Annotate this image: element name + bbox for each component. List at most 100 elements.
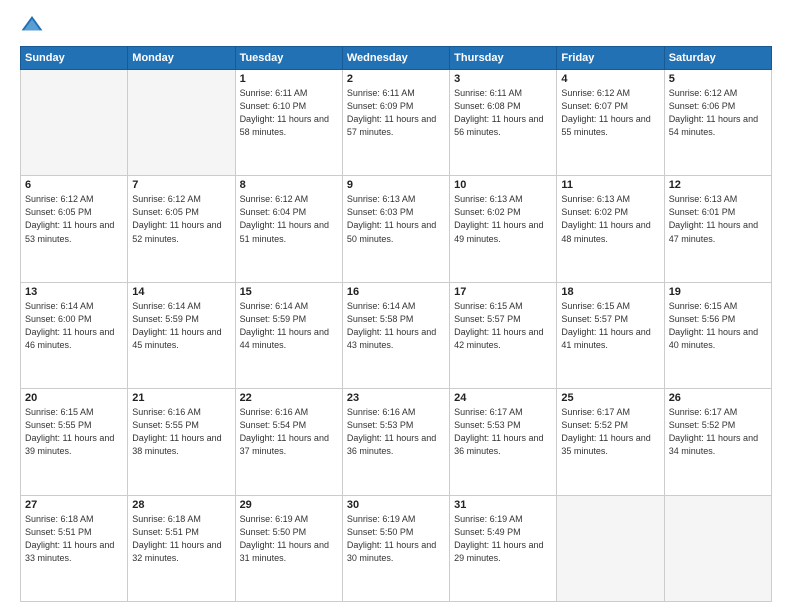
calendar-cell: 20 Sunrise: 6:15 AM Sunset: 5:55 PM Dayli… <box>21 389 128 495</box>
day-number: 28 <box>132 499 230 511</box>
calendar-cell: 26 Sunrise: 6:17 AM Sunset: 5:52 PM Dayli… <box>664 389 771 495</box>
day-number: 29 <box>240 499 338 511</box>
weekday-header-thursday: Thursday <box>450 47 557 70</box>
cell-info: Sunrise: 6:15 AM Sunset: 5:55 PM Dayligh… <box>25 406 123 458</box>
day-number: 7 <box>132 179 230 191</box>
calendar-cell <box>664 495 771 601</box>
cell-info: Sunrise: 6:15 AM Sunset: 5:56 PM Dayligh… <box>669 300 767 352</box>
day-number: 14 <box>132 286 230 298</box>
day-number: 5 <box>669 73 767 85</box>
day-number: 12 <box>669 179 767 191</box>
calendar-cell: 10Sunrise: 6:13 AM Sunset: 6:02 PM Dayli… <box>450 176 557 282</box>
day-number: 25 <box>561 392 659 404</box>
cell-info: Sunrise: 6:17 AM Sunset: 5:53 PM Dayligh… <box>454 406 552 458</box>
cell-info: Sunrise: 6:11 AM Sunset: 6:08 PM Dayligh… <box>454 87 552 139</box>
cell-info: Sunrise: 6:12 AM Sunset: 6:04 PM Dayligh… <box>240 193 338 245</box>
cell-info: Sunrise: 6:18 AM Sunset: 5:51 PM Dayligh… <box>132 513 230 565</box>
calendar-cell: 23Sunrise: 6:16 AM Sunset: 5:53 PM Dayli… <box>342 389 449 495</box>
day-number: 30 <box>347 499 445 511</box>
logo-icon <box>20 14 44 34</box>
day-number: 11 <box>561 179 659 191</box>
cell-info: Sunrise: 6:19 AM Sunset: 5:49 PM Dayligh… <box>454 513 552 565</box>
calendar-cell: 17Sunrise: 6:15 AM Sunset: 5:57 PM Dayli… <box>450 282 557 388</box>
weekday-header-row: SundayMondayTuesdayWednesdayThursdayFrid… <box>21 47 772 70</box>
cell-info: Sunrise: 6:16 AM Sunset: 5:54 PM Dayligh… <box>240 406 338 458</box>
weekday-header-sunday: Sunday <box>21 47 128 70</box>
calendar-week-2: 6 Sunrise: 6:12 AM Sunset: 6:05 PM Daylig… <box>21 176 772 282</box>
cell-info: Sunrise: 6:14 AM Sunset: 5:59 PM Dayligh… <box>132 300 230 352</box>
cell-info: Sunrise: 6:12 AM Sunset: 6:07 PM Dayligh… <box>561 87 659 139</box>
cell-info: Sunrise: 6:13 AM Sunset: 6:01 PM Dayligh… <box>669 193 767 245</box>
calendar-table: SundayMondayTuesdayWednesdayThursdayFrid… <box>20 46 772 602</box>
header <box>20 16 772 36</box>
calendar-cell: 11 Sunrise: 6:13 AM Sunset: 6:02 PM Dayli… <box>557 176 664 282</box>
day-number: 1 <box>240 73 338 85</box>
weekday-header-monday: Monday <box>128 47 235 70</box>
cell-info: Sunrise: 6:17 AM Sunset: 5:52 PM Dayligh… <box>561 406 659 458</box>
logo <box>20 16 48 36</box>
calendar-cell: 24 Sunrise: 6:17 AM Sunset: 5:53 PM Dayli… <box>450 389 557 495</box>
day-number: 8 <box>240 179 338 191</box>
calendar-cell: 8 Sunrise: 6:12 AM Sunset: 6:04 PM Daylig… <box>235 176 342 282</box>
weekday-header-tuesday: Tuesday <box>235 47 342 70</box>
cell-info: Sunrise: 6:11 AM Sunset: 6:09 PM Dayligh… <box>347 87 445 139</box>
calendar-cell: 7 Sunrise: 6:12 AM Sunset: 6:05 PM Daylig… <box>128 176 235 282</box>
cell-info: Sunrise: 6:13 AM Sunset: 6:02 PM Dayligh… <box>454 193 552 245</box>
calendar-cell <box>128 70 235 176</box>
day-number: 9 <box>347 179 445 191</box>
day-number: 31 <box>454 499 552 511</box>
cell-info: Sunrise: 6:12 AM Sunset: 6:05 PM Dayligh… <box>25 193 123 245</box>
cell-info: Sunrise: 6:12 AM Sunset: 6:06 PM Dayligh… <box>669 87 767 139</box>
cell-info: Sunrise: 6:13 AM Sunset: 6:02 PM Dayligh… <box>561 193 659 245</box>
cell-info: Sunrise: 6:14 AM Sunset: 6:00 PM Dayligh… <box>25 300 123 352</box>
day-number: 26 <box>669 392 767 404</box>
calendar-cell: 30Sunrise: 6:19 AM Sunset: 5:50 PM Dayli… <box>342 495 449 601</box>
day-number: 27 <box>25 499 123 511</box>
day-number: 4 <box>561 73 659 85</box>
day-number: 20 <box>25 392 123 404</box>
calendar-cell: 16Sunrise: 6:14 AM Sunset: 5:58 PM Dayli… <box>342 282 449 388</box>
cell-info: Sunrise: 6:15 AM Sunset: 5:57 PM Dayligh… <box>454 300 552 352</box>
weekday-header-saturday: Saturday <box>664 47 771 70</box>
calendar-cell: 31 Sunrise: 6:19 AM Sunset: 5:49 PM Dayli… <box>450 495 557 601</box>
calendar-cell <box>557 495 664 601</box>
page: SundayMondayTuesdayWednesdayThursdayFrid… <box>0 0 792 612</box>
day-number: 6 <box>25 179 123 191</box>
day-number: 24 <box>454 392 552 404</box>
calendar-week-1: 1 Sunrise: 6:11 AM Sunset: 6:10 PM Daylig… <box>21 70 772 176</box>
calendar-cell: 25 Sunrise: 6:17 AM Sunset: 5:52 PM Dayli… <box>557 389 664 495</box>
weekday-header-wednesday: Wednesday <box>342 47 449 70</box>
cell-info: Sunrise: 6:14 AM Sunset: 5:59 PM Dayligh… <box>240 300 338 352</box>
calendar-week-3: 13Sunrise: 6:14 AM Sunset: 6:00 PM Dayli… <box>21 282 772 388</box>
cell-info: Sunrise: 6:19 AM Sunset: 5:50 PM Dayligh… <box>240 513 338 565</box>
day-number: 3 <box>454 73 552 85</box>
calendar-week-5: 27 Sunrise: 6:18 AM Sunset: 5:51 PM Dayli… <box>21 495 772 601</box>
calendar-cell: 5 Sunrise: 6:12 AM Sunset: 6:06 PM Daylig… <box>664 70 771 176</box>
day-number: 15 <box>240 286 338 298</box>
cell-info: Sunrise: 6:14 AM Sunset: 5:58 PM Dayligh… <box>347 300 445 352</box>
calendar-cell: 13Sunrise: 6:14 AM Sunset: 6:00 PM Dayli… <box>21 282 128 388</box>
calendar-cell: 4 Sunrise: 6:12 AM Sunset: 6:07 PM Daylig… <box>557 70 664 176</box>
cell-info: Sunrise: 6:12 AM Sunset: 6:05 PM Dayligh… <box>132 193 230 245</box>
cell-info: Sunrise: 6:13 AM Sunset: 6:03 PM Dayligh… <box>347 193 445 245</box>
weekday-header-friday: Friday <box>557 47 664 70</box>
calendar-cell: 21 Sunrise: 6:16 AM Sunset: 5:55 PM Dayli… <box>128 389 235 495</box>
calendar-cell: 22Sunrise: 6:16 AM Sunset: 5:54 PM Dayli… <box>235 389 342 495</box>
calendar-cell: 12 Sunrise: 6:13 AM Sunset: 6:01 PM Dayli… <box>664 176 771 282</box>
cell-info: Sunrise: 6:16 AM Sunset: 5:55 PM Dayligh… <box>132 406 230 458</box>
calendar-cell: 1 Sunrise: 6:11 AM Sunset: 6:10 PM Daylig… <box>235 70 342 176</box>
calendar-cell: 9 Sunrise: 6:13 AM Sunset: 6:03 PM Daylig… <box>342 176 449 282</box>
calendar-cell: 27Sunrise: 6:18 AM Sunset: 5:51 PM Dayli… <box>21 495 128 601</box>
calendar-cell: 2 Sunrise: 6:11 AM Sunset: 6:09 PM Daylig… <box>342 70 449 176</box>
cell-info: Sunrise: 6:11 AM Sunset: 6:10 PM Dayligh… <box>240 87 338 139</box>
calendar-cell: 6 Sunrise: 6:12 AM Sunset: 6:05 PM Daylig… <box>21 176 128 282</box>
day-number: 2 <box>347 73 445 85</box>
calendar-cell: 29 Sunrise: 6:19 AM Sunset: 5:50 PM Dayli… <box>235 495 342 601</box>
cell-info: Sunrise: 6:17 AM Sunset: 5:52 PM Dayligh… <box>669 406 767 458</box>
calendar-cell: 3 Sunrise: 6:11 AM Sunset: 6:08 PM Daylig… <box>450 70 557 176</box>
day-number: 19 <box>669 286 767 298</box>
calendar-week-4: 20 Sunrise: 6:15 AM Sunset: 5:55 PM Dayli… <box>21 389 772 495</box>
cell-info: Sunrise: 6:16 AM Sunset: 5:53 PM Dayligh… <box>347 406 445 458</box>
day-number: 21 <box>132 392 230 404</box>
calendar-cell: 14 Sunrise: 6:14 AM Sunset: 5:59 PM Dayli… <box>128 282 235 388</box>
